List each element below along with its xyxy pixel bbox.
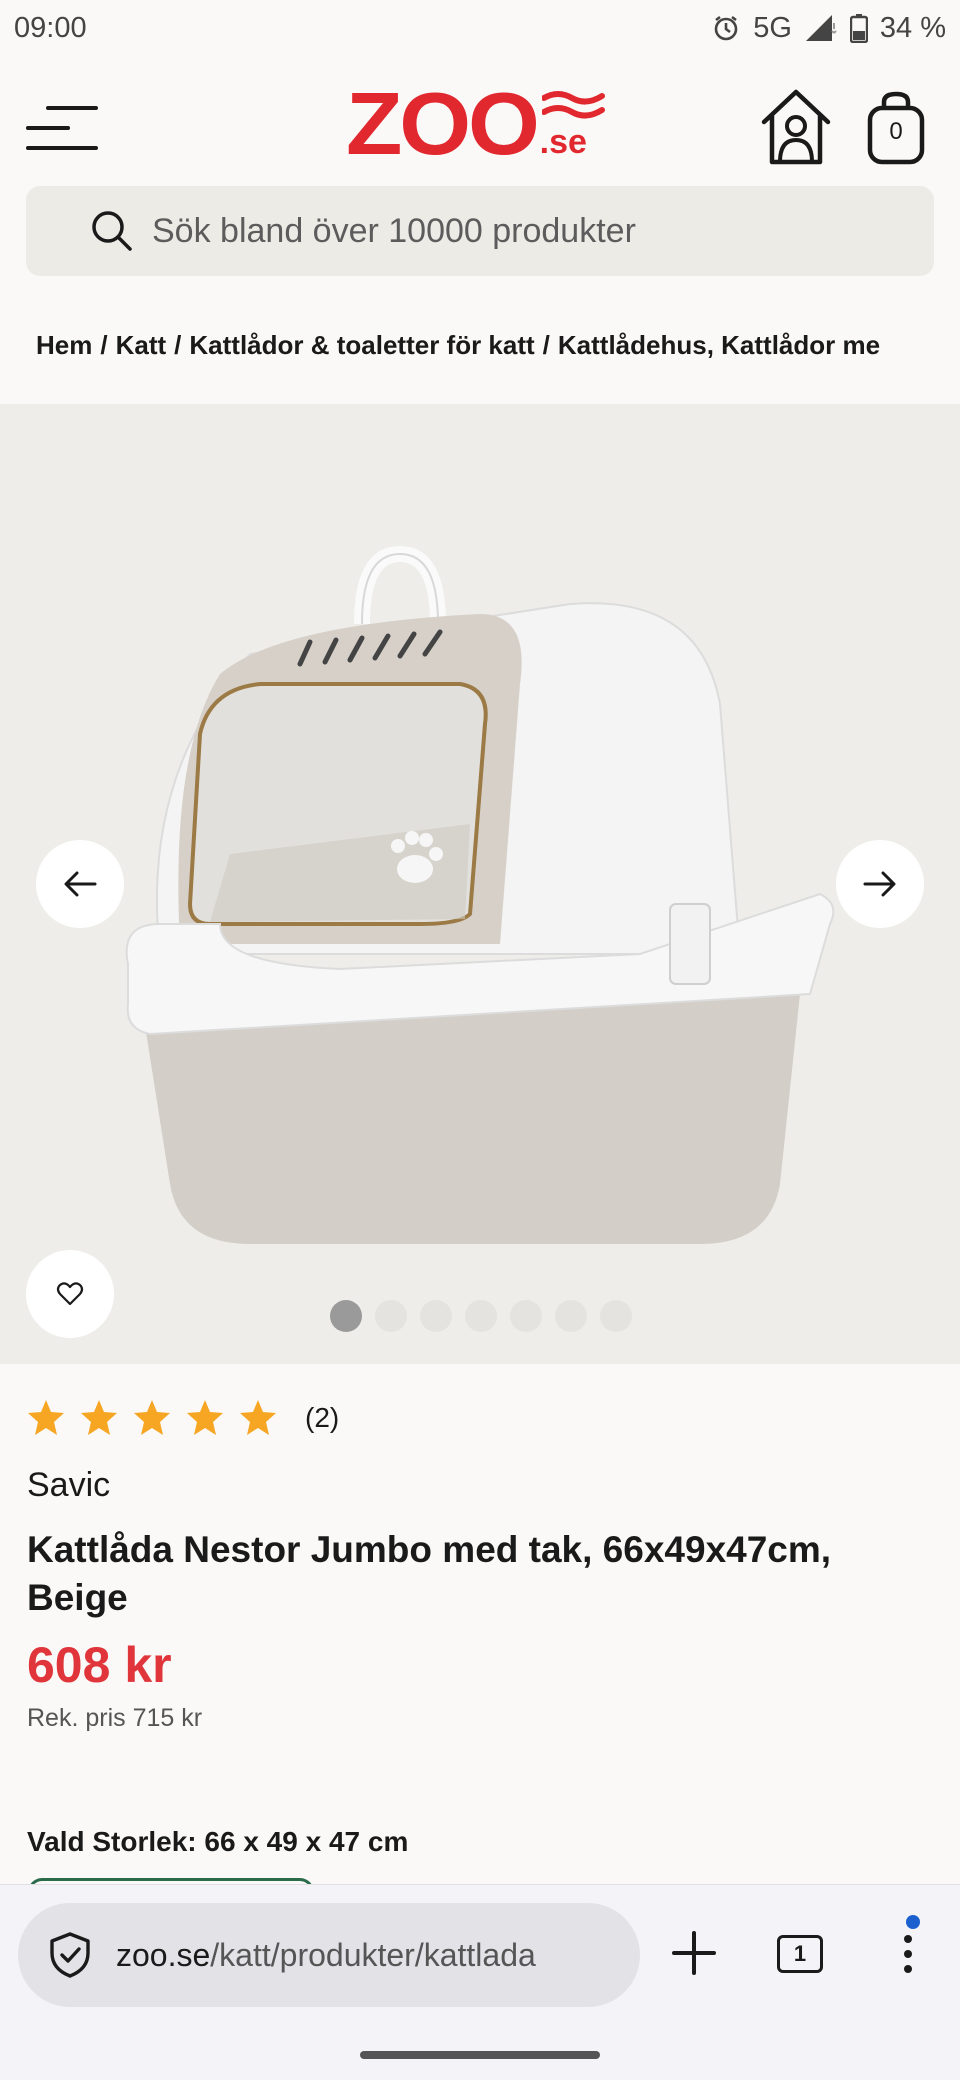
selected-size: Vald Storlek: 66 x 49 x 47 cm bbox=[27, 1826, 408, 1858]
arrow-left-icon bbox=[64, 871, 97, 897]
star-icon bbox=[81, 1400, 117, 1435]
plus-icon[interactable] bbox=[670, 1929, 718, 1977]
breadcrumb-item-katt[interactable]: Katt bbox=[116, 330, 167, 360]
breadcrumb: Hem / Katt / Kattlådor & toaletter för katt /… bbox=[36, 330, 881, 360]
logo-text: ZOO bbox=[346, 74, 540, 173]
product-brand[interactable]: Savic bbox=[27, 1466, 110, 1505]
gallery-prev-button[interactable] bbox=[36, 840, 124, 928]
cart-count: 0 bbox=[889, 118, 903, 145]
url-path: /katt/produkter/kattlada bbox=[210, 1936, 536, 1973]
search-input[interactable] bbox=[152, 211, 912, 251]
tab-count: 1 bbox=[793, 1941, 807, 1966]
zoo-logo[interactable]: ZOO .se bbox=[346, 78, 608, 168]
battery-icon bbox=[849, 13, 868, 43]
gallery-dot[interactable] bbox=[600, 1300, 632, 1332]
recommended-price: Rek. pris 715 kr bbox=[27, 1704, 203, 1732]
logo-waves-icon bbox=[541, 91, 605, 119]
search-icon bbox=[92, 211, 132, 251]
url-domain: zoo.se bbox=[116, 1936, 211, 1973]
product-gallery[interactable] bbox=[0, 404, 960, 1364]
gallery-dot[interactable] bbox=[555, 1300, 587, 1332]
notification-dot bbox=[906, 1915, 920, 1929]
site-header: ZOO .se 0 bbox=[0, 56, 960, 186]
heart-icon bbox=[56, 1282, 84, 1306]
star-icon bbox=[28, 1400, 64, 1435]
arrow-right-icon bbox=[863, 871, 896, 897]
breadcrumb-item-kattladehus[interactable]: Kattlådehus, Kattlådor me bbox=[558, 330, 880, 360]
breadcrumb-item-hem[interactable]: Hem bbox=[36, 330, 92, 360]
gallery-dot[interactable] bbox=[330, 1300, 362, 1332]
battery-level: 34 % bbox=[879, 11, 946, 44]
gesture-home-indicator[interactable] bbox=[360, 2051, 600, 2059]
network-label: 5G bbox=[753, 11, 792, 44]
selected-size-value: 66 x 49 x 47 cm bbox=[204, 1826, 409, 1857]
url-text: zoo.se/katt/produkter/kattlada bbox=[116, 1937, 536, 1974]
rating-count: (2) bbox=[305, 1402, 340, 1433]
gallery-dot[interactable] bbox=[420, 1300, 452, 1332]
more-menu-button[interactable] bbox=[896, 1915, 920, 1985]
status-time: 09:00 bbox=[14, 11, 87, 44]
tab-switcher-button[interactable]: 1 bbox=[777, 1935, 823, 1973]
star-icon bbox=[187, 1400, 223, 1435]
page: 09:00 5G 34 % ZOO .se 0 Sök bland över 1… bbox=[0, 0, 960, 2080]
gallery-dot[interactable] bbox=[510, 1300, 542, 1332]
logo-suffix-block: .se bbox=[538, 88, 608, 168]
url-bar[interactable]: zoo.se/katt/produkter/kattlada bbox=[18, 1903, 640, 2007]
breadcrumb-item-kattlador[interactable]: Kattlådor & toaletter för katt bbox=[189, 330, 534, 360]
product-price: 608 kr bbox=[27, 1637, 172, 1693]
gallery-next-button[interactable] bbox=[836, 840, 924, 928]
menu-icon[interactable] bbox=[26, 102, 98, 152]
account-home-icon[interactable] bbox=[760, 86, 832, 166]
search-bar[interactable] bbox=[26, 186, 934, 276]
cart-button[interactable]: 0 bbox=[866, 90, 926, 166]
favorite-button[interactable] bbox=[26, 1250, 114, 1338]
gallery-dot[interactable] bbox=[375, 1300, 407, 1332]
star-icon bbox=[240, 1400, 276, 1435]
browser-toolbar: zoo.se/katt/produkter/kattlada 1 bbox=[0, 1884, 960, 2080]
status-bar: 09:00 5G 34 % bbox=[0, 0, 960, 56]
star-icon bbox=[134, 1400, 170, 1435]
signal-icon bbox=[804, 13, 838, 43]
status-icons: 5G 34 % bbox=[711, 12, 946, 45]
shield-check-icon[interactable] bbox=[48, 1931, 92, 1979]
gallery-dot[interactable] bbox=[465, 1300, 497, 1332]
product-image bbox=[125, 545, 835, 1244]
alarm-icon bbox=[711, 13, 741, 43]
selected-size-label: Vald Storlek: bbox=[27, 1826, 197, 1857]
more-vertical-icon bbox=[904, 1935, 912, 1973]
logo-suffix: .se bbox=[539, 123, 587, 161]
product-title: Kattlåda Nestor Jumbo med tak, 66x49x47c… bbox=[27, 1529, 832, 1618]
gallery-pagination bbox=[330, 1300, 632, 1332]
product-rating[interactable]: (2) bbox=[26, 1398, 339, 1438]
